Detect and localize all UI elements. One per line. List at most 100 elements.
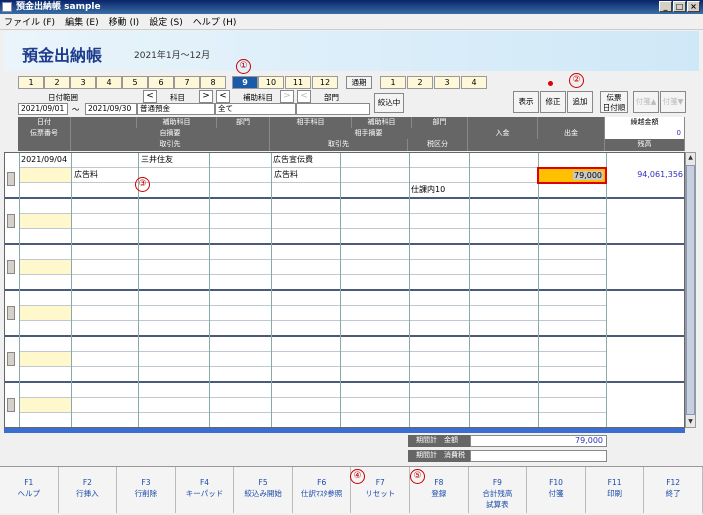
account-field[interactable]: 普通預金 <box>137 103 215 115</box>
next-account-button[interactable]: > <box>199 90 213 103</box>
page-title: 預金出納帳 <box>22 46 103 65</box>
month-button-2[interactable]: 2 <box>44 76 70 89</box>
quarter-button-4[interactable]: 4 <box>461 76 487 89</box>
row-divider <box>19 213 606 214</box>
column-divider <box>469 291 470 337</box>
fkey-f3-button[interactable]: F3 行削除 <box>117 467 176 513</box>
column-divider <box>209 245 210 291</box>
table-row[interactable] <box>5 245 684 291</box>
table-row[interactable]: 2021/09/04 三井住友 広告宣伝費 広告料 広告料 仕課内10 79,000 94,0… <box>5 153 684 199</box>
menu-file[interactable]: ファイル (F) <box>4 15 55 28</box>
menu-settings[interactable]: 設定 (S) <box>149 15 183 28</box>
menu-move[interactable]: 移動 (I) <box>109 15 140 28</box>
menu-edit[interactable]: 編集 (E) <box>65 15 99 28</box>
month-button-6[interactable]: 6 <box>148 76 174 89</box>
scroll-up-icon[interactable]: ▲ <box>686 153 695 163</box>
column-divider <box>606 291 607 337</box>
column-divider <box>469 245 470 291</box>
tax-category-cell[interactable]: 仕課内10 <box>409 184 469 195</box>
month-button-11[interactable]: 11 <box>285 76 311 89</box>
row-handle[interactable] <box>7 398 15 412</box>
full-year-button[interactable]: 通期 <box>346 76 372 89</box>
close-button[interactable]: × <box>687 1 700 12</box>
modify-button[interactable]: 修正 <box>540 91 566 113</box>
column-divider <box>538 337 539 383</box>
withdrawal-cell[interactable]: 79,000 <box>537 167 607 184</box>
scroll-thumb[interactable] <box>686 165 695 415</box>
month-button-3[interactable]: 3 <box>70 76 96 89</box>
counter-account-cell[interactable]: 広告宣伝費 <box>271 154 341 165</box>
table-row[interactable] <box>5 291 684 337</box>
column-divider <box>138 291 139 337</box>
table-row[interactable] <box>5 383 684 427</box>
row-handle[interactable] <box>7 352 15 366</box>
fkey-action-label: 行削除 <box>134 489 158 498</box>
fkey-action-label: 絞込み開始 <box>244 489 282 498</box>
fkey-f5-button[interactable]: F5 絞込み開始 <box>234 467 293 513</box>
display-button[interactable]: 表示 <box>513 91 539 113</box>
row-divider <box>19 182 606 183</box>
row-handle[interactable] <box>7 260 15 274</box>
row-handle[interactable] <box>7 306 15 320</box>
prev-account-button[interactable]: < <box>143 90 157 103</box>
partner-cell[interactable]: 三井住友 <box>139 154 209 165</box>
sub-account-field[interactable]: 全て <box>215 103 296 115</box>
prev-subaccount-button[interactable]: < <box>216 90 230 103</box>
date-cell[interactable]: 2021/09/04 <box>19 154 79 165</box>
menu-help[interactable]: ヘルプ (H) <box>193 15 237 28</box>
slip-number-cell[interactable] <box>20 260 71 274</box>
window-title: 預金出納帳 sample <box>16 2 101 12</box>
fkey-f2-button[interactable]: F2 行挿入 <box>59 467 118 513</box>
month-button-5[interactable]: 5 <box>122 76 148 89</box>
slip-number-cell[interactable] <box>20 306 71 320</box>
row-handle[interactable] <box>7 214 15 228</box>
fkey-action-label: 終了 <box>665 489 681 498</box>
month-button-8[interactable]: 8 <box>200 76 226 89</box>
slip-order-button[interactable]: 伝票 日付順 <box>600 91 628 113</box>
tag-up-button[interactable]: 付箋▲ <box>633 91 659 113</box>
slip-number-cell[interactable] <box>20 214 71 228</box>
table-row[interactable] <box>5 337 684 383</box>
header-dept: 部門 <box>217 117 270 128</box>
slip-number-cell[interactable] <box>20 352 71 366</box>
maximize-button[interactable]: □ <box>673 1 686 12</box>
column-divider <box>209 291 210 337</box>
fkey-action-label: キーパッド <box>185 489 224 498</box>
quarter-button-1[interactable]: 1 <box>380 76 406 89</box>
row-handle[interactable] <box>7 172 15 186</box>
fkey-label: F6 <box>317 478 327 487</box>
month-button-9[interactable]: 9 <box>232 76 258 89</box>
dept-field[interactable] <box>296 103 370 115</box>
fkey-f6-button[interactable]: F6 仕訳ﾏｽﾀ参照 <box>293 467 352 513</box>
fkey-f9-button[interactable]: F9 合計残高 試算表 <box>469 467 528 513</box>
scroll-down-icon[interactable]: ▼ <box>686 417 695 427</box>
next-subaccount-button[interactable]: > <box>280 90 294 103</box>
fkey-f12-button[interactable]: F12 終了 <box>644 467 703 513</box>
date-from-field[interactable]: 2021/09/01 <box>18 103 68 115</box>
quarter-button-2[interactable]: 2 <box>407 76 433 89</box>
month-button-4[interactable]: 4 <box>96 76 122 89</box>
month-button-7[interactable]: 7 <box>174 76 200 89</box>
prev-dept-button[interactable]: < <box>297 90 311 103</box>
fkey-label: F5 <box>258 478 268 487</box>
counter-memo-cell[interactable]: 広告料 <box>272 169 392 180</box>
tag-down-button[interactable]: 付箋▼ <box>660 91 686 113</box>
fkey-f11-button[interactable]: F11 印刷 <box>586 467 645 513</box>
table-row[interactable] <box>5 199 684 245</box>
slip-number-cell[interactable] <box>20 398 71 412</box>
fkey-f1-button[interactable]: F1 ヘルプ <box>0 467 59 513</box>
date-to-field[interactable]: 2021/09/30 <box>85 103 137 115</box>
month-button-10[interactable]: 10 <box>258 76 284 89</box>
vertical-scrollbar[interactable]: ▲ ▼ <box>685 152 696 428</box>
memo-cell[interactable]: 広告料 <box>72 169 192 180</box>
minimize-button[interactable]: _ <box>659 1 672 12</box>
fkey-f4-button[interactable]: F4 キーパッド <box>176 467 235 513</box>
narrowing-button[interactable]: 絞込中 <box>374 93 404 113</box>
add-button[interactable]: 追加 <box>567 91 593 113</box>
quarter-button-3[interactable]: 3 <box>434 76 460 89</box>
month-button-12[interactable]: 12 <box>312 76 338 89</box>
month-button-1[interactable]: 1 <box>18 76 44 89</box>
fkey-f10-button[interactable]: F10 付箋 <box>527 467 586 513</box>
header-carry-over: 繰越金額 <box>605 117 685 128</box>
slip-number-cell[interactable] <box>20 168 71 182</box>
